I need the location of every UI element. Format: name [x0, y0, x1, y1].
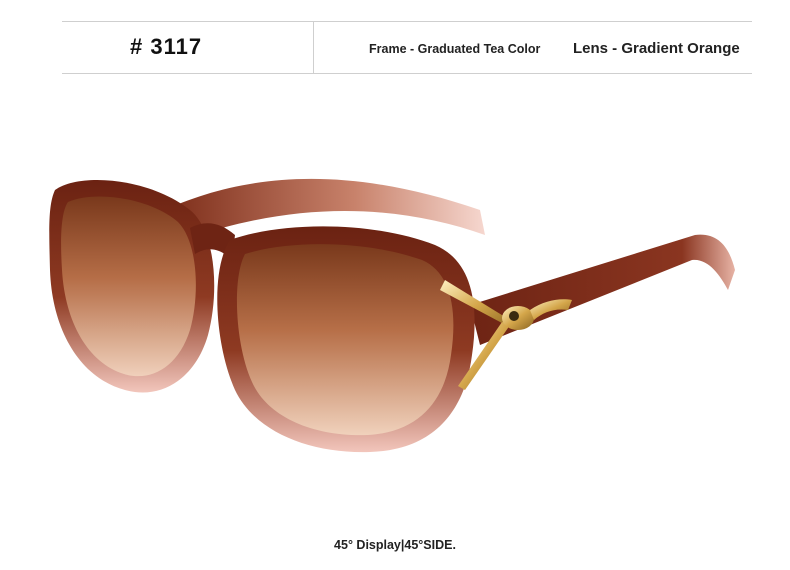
frame-color-label: Frame - Graduated Tea Color — [369, 42, 541, 56]
lens-color-label: Lens - Gradient Orange — [573, 40, 740, 57]
spec-header: # 3117 Frame - Graduated Tea Color Lens … — [62, 21, 752, 74]
model-number: # 3117 — [130, 34, 203, 59]
header-divider — [313, 22, 314, 73]
display-caption: 45° Display|45°SIDE. — [334, 538, 456, 552]
sunglasses-image — [49, 178, 735, 453]
